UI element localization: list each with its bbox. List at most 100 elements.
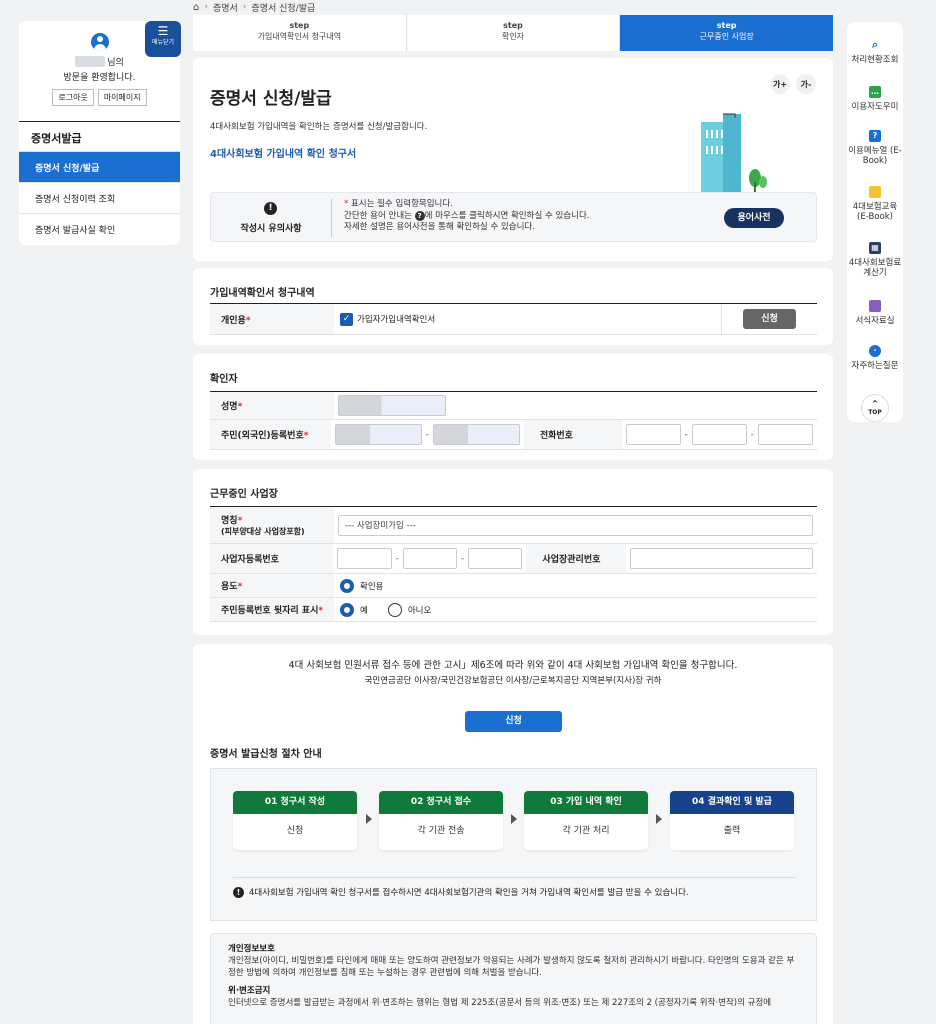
claim-form-link[interactable]: 4대사회보험 가입내역 확인 청구서	[210, 145, 356, 160]
sidebar-item-verify[interactable]: 증명서 발급사실 확인	[19, 214, 180, 245]
claim-apply-button[interactable]: 신청	[743, 309, 796, 329]
quick-item-status[interactable]: ⌕ 처리현황조회	[847, 38, 903, 66]
chevron-right-icon: ›	[242, 2, 247, 12]
privacy-title: 개인정보보호	[228, 944, 275, 954]
workplace-name-label: 명칭	[221, 516, 238, 526]
name-label-cell: 성명*	[210, 392, 334, 419]
rrn-front-input[interactable]	[334, 424, 422, 445]
sidebar-section-title: 증명서발급	[19, 121, 180, 152]
purpose-option: 확인용	[360, 581, 384, 592]
purpose-radio[interactable]	[340, 578, 354, 593]
menu-close-label: 메뉴닫기	[151, 39, 175, 46]
step-small: step	[716, 21, 737, 30]
divider	[233, 877, 796, 878]
bizno-row: 사업자등록번호 - - 사업장관리번호	[210, 544, 817, 574]
home-icon[interactable]: ⌂	[193, 2, 199, 13]
notice-text: * 표시는 필수 입력항목입니다. 간단한 용어 안내는 ? 에 마우스를 클릭하…	[344, 199, 589, 234]
phone-input-2[interactable]	[691, 424, 747, 445]
bizno-input-1[interactable]	[337, 548, 392, 569]
no-radio[interactable]	[387, 602, 402, 617]
checkbox-label: 가입자가입내역확인서	[357, 315, 436, 325]
submit-button[interactable]: 신청	[465, 711, 562, 732]
logout-button[interactable]: 로그아웃	[52, 89, 94, 106]
phone-input-1[interactable]	[625, 424, 681, 445]
process-box: 01 청구서 작성 신청 02 청구서 접수 각 기관 전송 03 가입 내역 확인…	[210, 768, 817, 921]
dash: -	[461, 553, 465, 564]
scroll-top-button[interactable]: ^ TOP	[861, 394, 889, 422]
mgmt-cell	[626, 548, 817, 569]
font-decrease-button[interactable]: 가-	[796, 74, 816, 94]
bizno-input-2[interactable]	[402, 548, 458, 569]
required-star: *	[237, 516, 243, 526]
arrow-right-icon	[366, 814, 372, 824]
masked-name	[75, 56, 106, 67]
confirmer-section-title: 확인자	[210, 374, 238, 385]
process-step-body: 각 기관 처리	[562, 826, 610, 836]
quick-item-calculator[interactable]: ▦ 4대사회보험료 계산기	[847, 242, 903, 278]
workplace-name-cell: --- 사업장미가입 ---	[334, 514, 817, 536]
breadcrumb-item[interactable]: 증명서	[213, 1, 238, 14]
font-increase-button[interactable]: 가+	[770, 74, 790, 94]
name-input[interactable]	[338, 395, 446, 416]
mgmt-input[interactable]	[630, 548, 813, 569]
quick-item-label: 서식자료실	[855, 316, 895, 326]
step-tab-workplace[interactable]: step 근무중인 사업장	[620, 15, 834, 51]
alert-icon: !	[264, 202, 277, 215]
quick-item-faq[interactable]: · 자주하는질문	[847, 345, 903, 371]
menu-close-button[interactable]: ☰ 메뉴닫기	[145, 21, 181, 57]
notice-line2b: 에 마우스를 클릭하시면 확인하실 수 있습니다.	[424, 210, 590, 221]
breadcrumb-item[interactable]: 증명서 신청/발급	[251, 1, 315, 14]
notice-box: ! 작성시 유의사항 * 표시는 필수 입력항목입니다. 간단한 용어 안내는 …	[210, 192, 817, 242]
yes-radio[interactable]	[340, 602, 354, 617]
question-icon[interactable]: ?	[414, 210, 425, 221]
purpose-row: 용도* 확인용	[210, 574, 817, 598]
step-tab-claim[interactable]: step 가입내역확인서 청구내역	[193, 15, 407, 51]
quick-item-helper[interactable]: … 이용자도우미	[847, 86, 903, 112]
sidebar-item-apply[interactable]: 증명서 신청/발급	[19, 152, 180, 183]
phone-input-3[interactable]	[758, 424, 813, 445]
workplace-section-title: 근무중인 사업장	[210, 489, 278, 500]
claim-card: 가입내역확인서 청구내역 개인용* ✓ 가입자가입내역확인서 신청	[193, 268, 833, 345]
phone-label: 전화번호	[523, 420, 622, 449]
claim-apply-cell: 신청	[721, 304, 817, 334]
mgmt-label: 사업장관리번호	[526, 544, 626, 573]
dash: -	[684, 429, 688, 440]
process-step: 03 가입 내역 확인각 기관 처리	[524, 791, 648, 850]
rrn-cell: -	[331, 424, 524, 445]
yes-label: 예	[360, 605, 368, 616]
rrn-tail-cell: 예 아니오	[334, 602, 435, 617]
name-row: 성명*	[210, 392, 817, 420]
workplace-name-select[interactable]: --- 사업장미가입 ---	[338, 514, 813, 536]
dash: -	[425, 429, 429, 440]
quick-item-forms[interactable]: 서식자료실	[847, 300, 903, 326]
quick-menu: ⌕ 처리현황조회 … 이용자도우미 ? 이용메뉴얼 (E-Book) 4대보험교육 (…	[847, 22, 903, 422]
required-star: *	[318, 606, 324, 616]
workplace-name-label-cell: 명칭* (피부양대상 사업장포함)	[210, 507, 334, 543]
search-icon: ⌕	[871, 38, 879, 51]
chevron-right-icon: ›	[204, 2, 208, 12]
process-step: 01 청구서 작성 신청	[233, 791, 357, 850]
bizno-input-3[interactable]	[468, 548, 523, 569]
user-suffix: 님의	[107, 58, 124, 68]
workplace-name-row: 명칭* (피부양대상 사업장포함) --- 사업장미가입 ---	[210, 507, 817, 544]
dash: -	[395, 553, 399, 564]
hamburger-icon: ☰	[157, 24, 169, 38]
process-step-head: 03 가입 내역 확인	[524, 791, 648, 814]
step-tab-confirmer[interactable]: step 확인자	[407, 15, 621, 51]
process-step-body: 각 기관 전송	[417, 826, 465, 836]
quick-item-manual[interactable]: ? 이용메뉴얼 (E-Book)	[847, 130, 903, 166]
process-step: 02 청구서 접수 각 기관 전송	[379, 791, 503, 850]
quick-item-label: 처리현황조회	[851, 55, 899, 65]
checkbox-checked[interactable]: ✓	[340, 312, 353, 326]
workplace-name-sub: (피부양대상 사업장포함)	[221, 527, 305, 536]
quick-item-education[interactable]: 4대보험교육 (E-Book)	[847, 186, 903, 222]
dictionary-button[interactable]: 용어사전	[724, 208, 784, 228]
sidebar-item-history[interactable]: 증명서 신청이력 조회	[19, 183, 180, 214]
claim-row-label: 개인용*	[210, 304, 334, 334]
rrn-back-input[interactable]	[432, 424, 520, 445]
mypage-button[interactable]: 마이페이지	[97, 89, 147, 106]
rrn-label-cell: 주민(외국인)등록번호*	[210, 420, 331, 449]
notice-line3: 자세한 설명은 용어사전을 통해 확인하실 수 있습니다.	[344, 222, 535, 232]
required-star: *	[303, 431, 309, 441]
quick-item-label: 이용메뉴얼 (E-Book)	[848, 146, 902, 166]
